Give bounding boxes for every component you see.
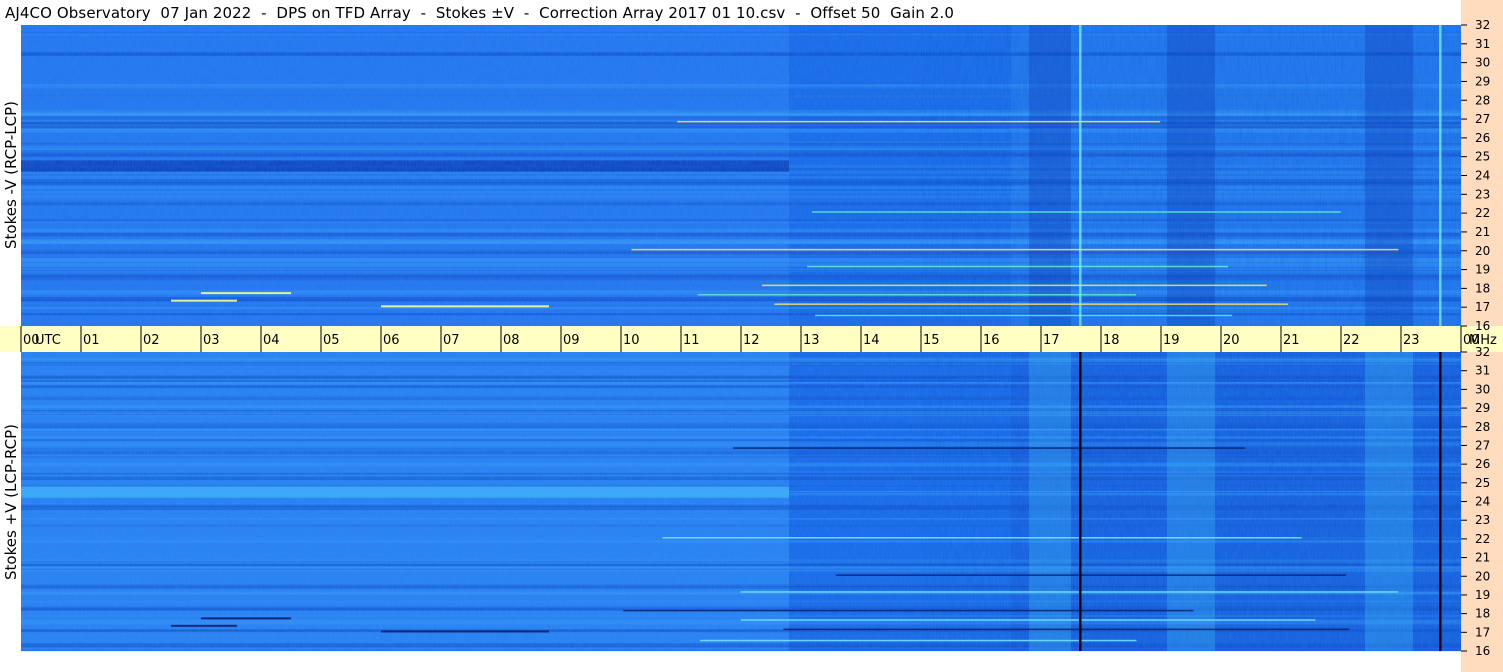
- utc-tick-label: 04: [263, 333, 280, 348]
- utc-tick-label: 14: [863, 333, 880, 348]
- frequency-tick-label: 25: [1475, 150, 1490, 164]
- frequency-tick-label: 32: [1475, 18, 1490, 32]
- burst-line: [171, 624, 237, 627]
- frequency-tick-label: 23: [1475, 513, 1490, 527]
- utc-tick-label: 20: [1223, 333, 1240, 348]
- utc-tick-label: 10: [623, 333, 640, 348]
- frequency-tick-label: 16: [1475, 319, 1490, 333]
- utc-tick-label: 22: [1343, 333, 1360, 348]
- utc-tick-label: 06: [383, 333, 400, 348]
- frequency-tick-label: 27: [1475, 438, 1490, 452]
- utc-tick-label: 16: [983, 333, 1000, 348]
- frequency-tick-label: 17: [1475, 300, 1490, 314]
- rfi-line: [677, 120, 1161, 123]
- frequency-tick-label: 24: [1475, 169, 1490, 183]
- frequency-tick-label: 18: [1475, 281, 1490, 295]
- utc-tick-label: 23: [1403, 333, 1420, 348]
- frequency-tick-label: 25: [1475, 476, 1490, 490]
- utc-tick-label: 08: [503, 333, 520, 348]
- burst-line: [201, 292, 291, 295]
- frequency-tick-label: 18: [1475, 607, 1490, 621]
- frequency-tick-label: 22: [1475, 206, 1490, 220]
- frequency-tick-label: 30: [1475, 56, 1490, 70]
- frequency-tick-label: 28: [1475, 93, 1490, 107]
- rfi-line: [815, 314, 1233, 317]
- frequency-tick-label: 19: [1475, 588, 1490, 602]
- utc-tick-label: 01: [83, 333, 100, 348]
- burst-line: [201, 617, 291, 620]
- activity-column: [1167, 352, 1215, 651]
- utc-tick-label: 02: [143, 333, 160, 348]
- frequency-tick-label: 19: [1475, 263, 1490, 277]
- frequency-tick-label: 21: [1475, 551, 1490, 565]
- utc-tick-label: 19: [1163, 333, 1180, 348]
- activity-column: [1365, 352, 1413, 651]
- bottom-spectrogram-panel: [21, 352, 1461, 652]
- rfi-line: [631, 248, 1399, 251]
- rfi-line: [740, 591, 1399, 593]
- burst-line: [171, 299, 237, 302]
- utc-tick-label: 12: [743, 333, 760, 348]
- rfi-line: [662, 537, 1302, 539]
- spectrogram-chart: 00 01 02 03 04 05 06 07 08 09 10 11 12 13 14 15 16 17 18 19…: [0, 0, 1503, 672]
- top-spectrogram-panel: [21, 25, 1461, 326]
- rfi-line: [623, 609, 1194, 612]
- frequency-tick-label: 31: [1475, 364, 1490, 378]
- burst-line: [381, 305, 549, 308]
- frequency-tick-label: 22: [1475, 532, 1490, 546]
- frequency-tick-label: 28: [1475, 420, 1490, 434]
- frequency-tick-label: 30: [1475, 382, 1490, 396]
- rfi-line: [783, 628, 1350, 631]
- utc-tick-label: 18: [1103, 333, 1120, 348]
- rfi-line: [733, 447, 1246, 449]
- rfi-line: [774, 303, 1289, 305]
- frequency-tick-label: 26: [1475, 457, 1490, 471]
- frequency-bar-bottom: [1461, 352, 1503, 672]
- utc-tick-label: 17: [1043, 333, 1060, 348]
- utc-tick-label: 09: [563, 333, 580, 348]
- frequency-tick-label: 26: [1475, 131, 1490, 145]
- utc-tick-label: 15: [923, 333, 940, 348]
- rfi-line: [761, 284, 1267, 287]
- utc-tick-label: 11: [683, 333, 700, 348]
- frequency-tick-label: 23: [1475, 187, 1490, 201]
- frequency-tick-label: 31: [1475, 37, 1490, 51]
- utc-tick-label: 03: [203, 333, 220, 348]
- frequency-tick-label: 29: [1475, 74, 1490, 88]
- frequency-tick-label: 17: [1475, 625, 1490, 639]
- frequency-tick-label: 27: [1475, 112, 1490, 126]
- rfi-line: [835, 574, 1347, 576]
- activity-column: [1029, 25, 1071, 326]
- rfi-line: [697, 294, 1137, 296]
- utc-tick-label: 07: [443, 333, 460, 348]
- frequency-tick-label: 24: [1475, 495, 1490, 509]
- rfi-line: [699, 639, 1137, 642]
- frequency-tick-label: 16: [1475, 644, 1490, 658]
- activity-column: [1167, 25, 1215, 326]
- utc-tick-label: 21: [1283, 333, 1300, 348]
- vertical-line: [1439, 25, 1442, 326]
- vertical-line: [1439, 352, 1442, 651]
- vertical-line: [1079, 25, 1082, 326]
- utc-tick-label: 05: [323, 333, 340, 348]
- utc-axis-label: UTC: [35, 333, 61, 348]
- frequency-tick-label: 20: [1475, 244, 1490, 258]
- frequency-tick-label: 20: [1475, 569, 1490, 583]
- activity-column: [1029, 352, 1071, 651]
- frequency-tick-label: 32: [1475, 345, 1490, 359]
- rfi-line: [812, 211, 1341, 213]
- rfi-line: [740, 619, 1316, 621]
- frequency-tick-label: 21: [1475, 225, 1490, 239]
- utc-tick-label: 13: [803, 333, 820, 348]
- burst-line: [381, 630, 549, 633]
- vertical-line: [1079, 352, 1082, 651]
- rfi-line: [807, 265, 1228, 268]
- utc-time-axis-bar: 00 01 02 03 04 05 06 07 08 09 10 11 12 13 14 15 16 17 18 19…: [0, 326, 1503, 352]
- activity-column: [1365, 25, 1413, 326]
- frequency-tick-label: 29: [1475, 401, 1490, 415]
